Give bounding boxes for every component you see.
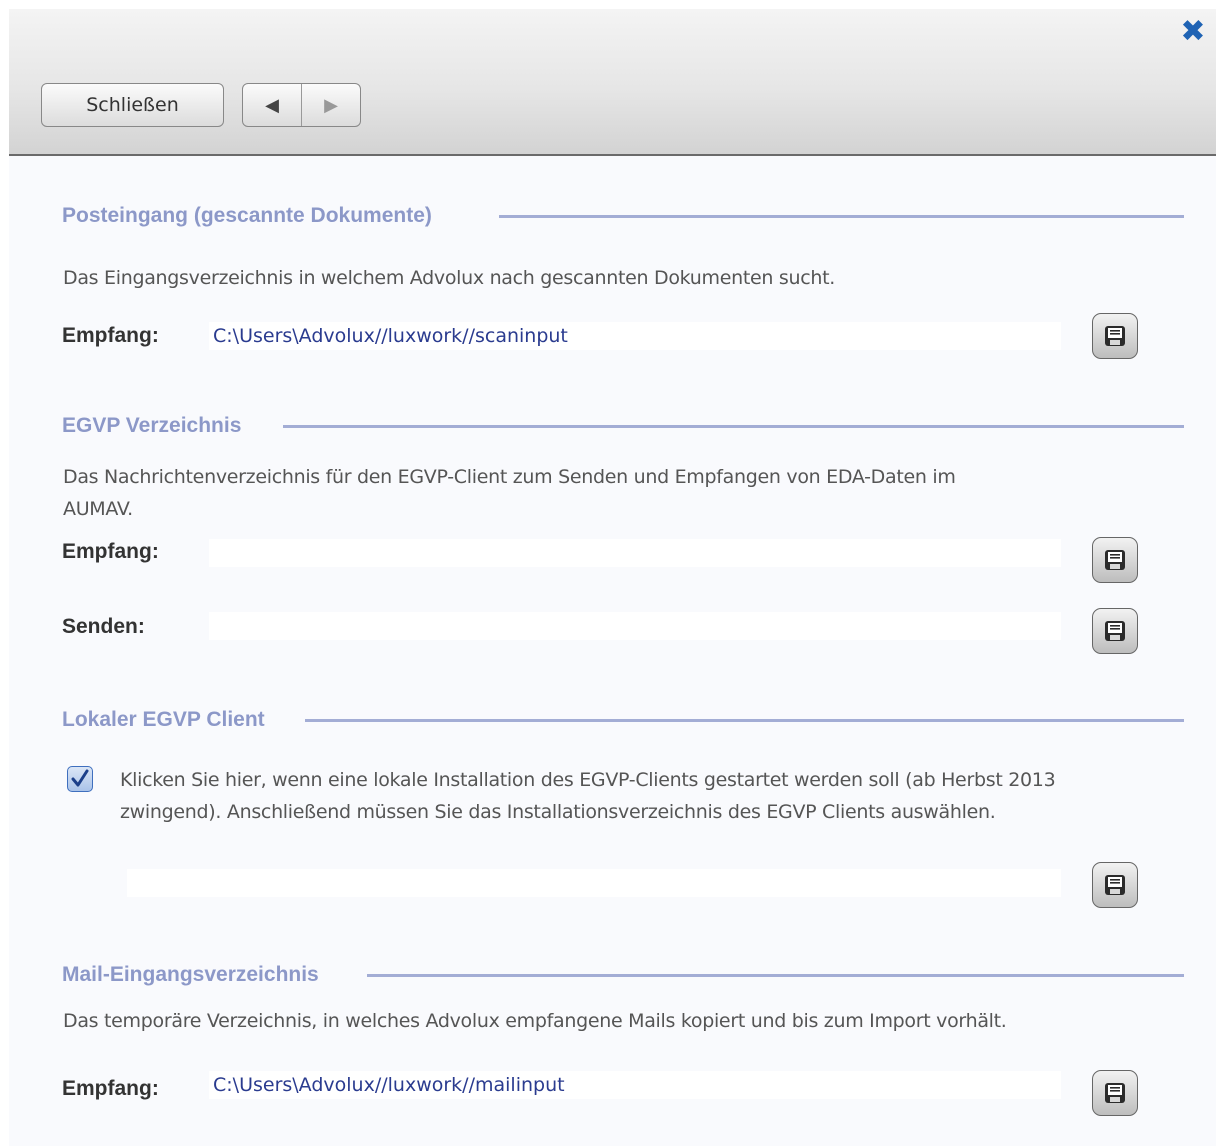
checkmark-icon [71, 769, 89, 787]
floppy-disk-icon [1105, 875, 1125, 895]
section-divider [283, 425, 1184, 428]
floppy-disk-icon [1105, 621, 1125, 641]
section-divider [499, 215, 1184, 218]
section-divider [305, 719, 1184, 722]
section-title-egvp: EGVP Verzeichnis [62, 414, 242, 437]
section-title-mail: Mail-Eingangsverzeichnis [62, 963, 319, 986]
section-description: Das temporäre Verzeichnis, in welches Ad… [63, 1010, 1007, 1032]
inbox-receive-path-field[interactable]: C:\Users\Advolux//luxwork//scaninput [209, 322, 1061, 350]
section-title-local-client: Lokaler EGVP Client [62, 708, 265, 731]
local-client-browse-button[interactable] [1092, 862, 1138, 908]
floppy-disk-icon [1105, 550, 1125, 570]
send-label: Senden: [62, 615, 145, 638]
egvp-send-path-field[interactable] [209, 612, 1061, 640]
inbox-receive-browse-button[interactable] [1092, 313, 1138, 359]
receive-label: Empfang: [62, 540, 159, 563]
egvp-receive-browse-button[interactable] [1092, 537, 1138, 583]
prev-arrow-icon[interactable]: ◀ [243, 84, 301, 126]
egvp-send-browse-button[interactable] [1092, 608, 1138, 654]
close-icon[interactable]: ✖ [1178, 17, 1208, 47]
toolbar: ✖ Schließen ◀ ▶ [9, 9, 1216, 156]
local-client-checkbox[interactable] [67, 766, 93, 792]
mail-receive-browse-button[interactable] [1092, 1070, 1138, 1116]
section-description: Das Nachrichtenverzeichnis für den EGVP-… [63, 466, 956, 520]
settings-panel: ✖ Schließen ◀ ▶ Posteingang (gescannte D… [9, 9, 1216, 1146]
section-title-inbox: Posteingang (gescannte Dokumente) [62, 204, 432, 227]
floppy-disk-icon [1105, 326, 1125, 346]
floppy-disk-icon [1105, 1083, 1125, 1103]
local-client-checkbox-label: Klicken Sie hier, wenn eine lokale Insta… [120, 769, 1056, 823]
receive-label: Empfang: [62, 324, 159, 347]
mail-receive-path-field[interactable]: C:\Users\Advolux//luxwork//mailinput [209, 1071, 1061, 1099]
section-description: Das Eingangsverzeichnis in welchem Advol… [63, 267, 836, 289]
close-button[interactable]: Schließen [41, 83, 224, 127]
egvp-receive-path-field[interactable] [209, 539, 1061, 567]
section-divider [367, 974, 1184, 977]
receive-label: Empfang: [62, 1077, 159, 1100]
nav-button-group: ◀ ▶ [242, 83, 361, 127]
next-arrow-icon[interactable]: ▶ [301, 84, 360, 126]
local-client-path-field[interactable] [127, 869, 1061, 897]
